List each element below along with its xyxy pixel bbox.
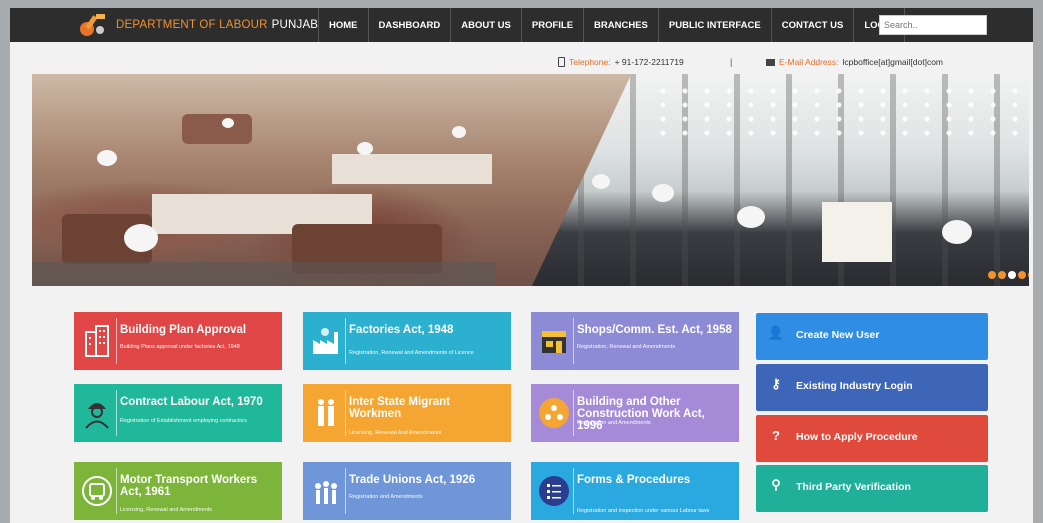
tile-subtitle: Licensing, Renewal and Amendments xyxy=(120,507,213,513)
service-tile[interactable]: Factories Act, 1948 Registration, Renewal… xyxy=(303,312,511,370)
shop-icon xyxy=(537,322,571,360)
service-tile[interactable]: Shops/Comm. Est. Act, 1958 Registration, … xyxy=(531,312,739,370)
tile-subtitle: Registration and Amendments xyxy=(349,494,423,500)
slider-dot[interactable] xyxy=(1028,271,1029,279)
tile-divider xyxy=(116,318,117,364)
service-tile[interactable]: Contract Labour Act, 1970 Registration of… xyxy=(74,384,282,442)
nav-profile[interactable]: PROFILE xyxy=(520,8,583,42)
phone-value: + 91-172-2211719 xyxy=(614,57,684,67)
service-tile[interactable]: Motor Transport Workers Act, 1961 Licensi… xyxy=(74,462,282,520)
brand[interactable]: DEPARTMENT OF LABOUR PUNJAB xyxy=(78,12,318,38)
tile-divider xyxy=(345,390,346,436)
worker-icon xyxy=(80,394,114,432)
factory-icon xyxy=(309,322,343,360)
side-button[interactable]: ⚲ Third Party Verification xyxy=(756,465,988,512)
question-icon: ? xyxy=(772,427,780,443)
contact-email: E-Mail Address: lcpboffice[at]gmail[dot]… xyxy=(766,57,943,67)
tile-title: Factories Act, 1948 xyxy=(349,324,454,336)
tile-title: Forms & Procedures xyxy=(577,474,691,486)
nav-home[interactable]: HOME xyxy=(318,8,368,42)
tile-divider xyxy=(345,468,346,514)
tile-title: Shops/Comm. Est. Act, 1958 xyxy=(577,324,732,336)
side-button-label: Create New User xyxy=(796,329,880,341)
brand-title-part2: PUNJAB xyxy=(271,19,319,31)
contact-separator: | xyxy=(730,57,733,67)
tile-divider xyxy=(573,390,574,436)
construction-icon xyxy=(537,394,571,432)
tile-subtitle: Building Plans approval under factories … xyxy=(120,344,240,350)
tile-title: Building and Other Construction Work Act… xyxy=(577,396,705,432)
side-button-label: Existing Industry Login xyxy=(796,380,913,392)
side-button-label: Third Party Verification xyxy=(796,481,911,493)
tile-title: Motor Transport Workers Act, 1961 xyxy=(120,474,258,498)
tile-subtitle: Registration and Amendments xyxy=(577,420,651,426)
tile-subtitle: Registration and inspection under variou… xyxy=(577,508,710,514)
slider-dot[interactable] xyxy=(1018,271,1026,279)
nav-dashboard[interactable]: DASHBOARD xyxy=(367,8,451,42)
slider-dot[interactable] xyxy=(988,271,996,279)
search-input[interactable] xyxy=(879,15,987,35)
hero-slider xyxy=(32,74,1029,286)
tile-divider xyxy=(345,318,346,364)
nav-public-interface[interactable]: PUBLIC INTERFACE xyxy=(657,8,771,42)
tile-subtitle: Licensing, Renewal And Amendments xyxy=(349,430,442,436)
tile-title: Trade Unions Act, 1926 xyxy=(349,474,476,486)
tile-divider xyxy=(116,468,117,514)
slider-dots xyxy=(988,271,1029,279)
mail-icon xyxy=(766,58,775,66)
tile-subtitle: Registration of Establishment employing … xyxy=(120,418,247,424)
phone-icon xyxy=(558,57,565,67)
tile-divider xyxy=(573,318,574,364)
page: DEPARTMENT OF LABOUR PUNJAB HOME DASHBOAR… xyxy=(10,8,1033,523)
side-button[interactable]: ⚷ Existing Industry Login xyxy=(756,364,988,411)
side-button-label: How to Apply Procedure xyxy=(796,431,918,443)
service-tile[interactable]: Building Plan Approval Building Plans app… xyxy=(74,312,282,370)
key-icon: ⚷ xyxy=(771,376,781,391)
email-label: E-Mail Address: xyxy=(779,57,839,67)
nav-about-us[interactable]: ABOUT US xyxy=(450,8,521,42)
tile-divider xyxy=(116,390,117,436)
side-button[interactable]: 👤 Create New User xyxy=(756,313,988,360)
bus-icon xyxy=(80,472,114,510)
punjab-logo-icon xyxy=(78,12,108,38)
brand-title: DEPARTMENT OF LABOUR PUNJAB xyxy=(116,19,318,31)
tile-title: Inter State Migrant Workmen xyxy=(349,396,450,420)
nav-branches[interactable]: BRANCHES xyxy=(583,8,658,42)
contact-phone: Telephone: + 91-172-2211719 xyxy=(558,57,684,67)
service-tile[interactable]: Inter State Migrant Workmen Licensing, Re… xyxy=(303,384,511,442)
forms-icon xyxy=(537,472,571,510)
user-icon: 👤 xyxy=(767,325,785,340)
service-tile[interactable]: Forms & Procedures Registration and inspe… xyxy=(531,462,739,520)
slider-caption-bar xyxy=(32,262,496,286)
service-tile[interactable]: Trade Unions Act, 1926 Registration and A… xyxy=(303,462,511,520)
building-icon xyxy=(80,322,114,360)
side-button[interactable]: ? How to Apply Procedure xyxy=(756,415,988,462)
tile-subtitle: Registration, Renewal and Amendments xyxy=(577,344,676,350)
tile-subtitle: Registration, Renewal and Amendments of … xyxy=(349,350,474,356)
main-nav: HOME DASHBOARD ABOUT US PROFILE BRANCHES… xyxy=(318,8,906,42)
brand-title-part1: DEPARTMENT OF LABOUR xyxy=(116,19,268,31)
migrant-icon xyxy=(309,394,343,432)
top-navbar: DEPARTMENT OF LABOUR PUNJAB HOME DASHBOAR… xyxy=(10,8,1033,42)
email-value[interactable]: lcpboffice[at]gmail[dot]com xyxy=(843,57,943,67)
slider-dot[interactable] xyxy=(998,271,1006,279)
tile-divider xyxy=(573,468,574,514)
slider-dot[interactable] xyxy=(1008,271,1016,279)
tile-title: Contract Labour Act, 1970 xyxy=(120,396,263,408)
nav-contact-us[interactable]: CONTACT US xyxy=(770,8,854,42)
search-icon: ⚲ xyxy=(771,477,781,492)
tile-title: Building Plan Approval xyxy=(120,324,247,336)
union-icon xyxy=(309,472,343,510)
phone-label: Telephone: xyxy=(569,57,611,67)
service-tile[interactable]: Building and Other Construction Work Act… xyxy=(531,384,739,442)
